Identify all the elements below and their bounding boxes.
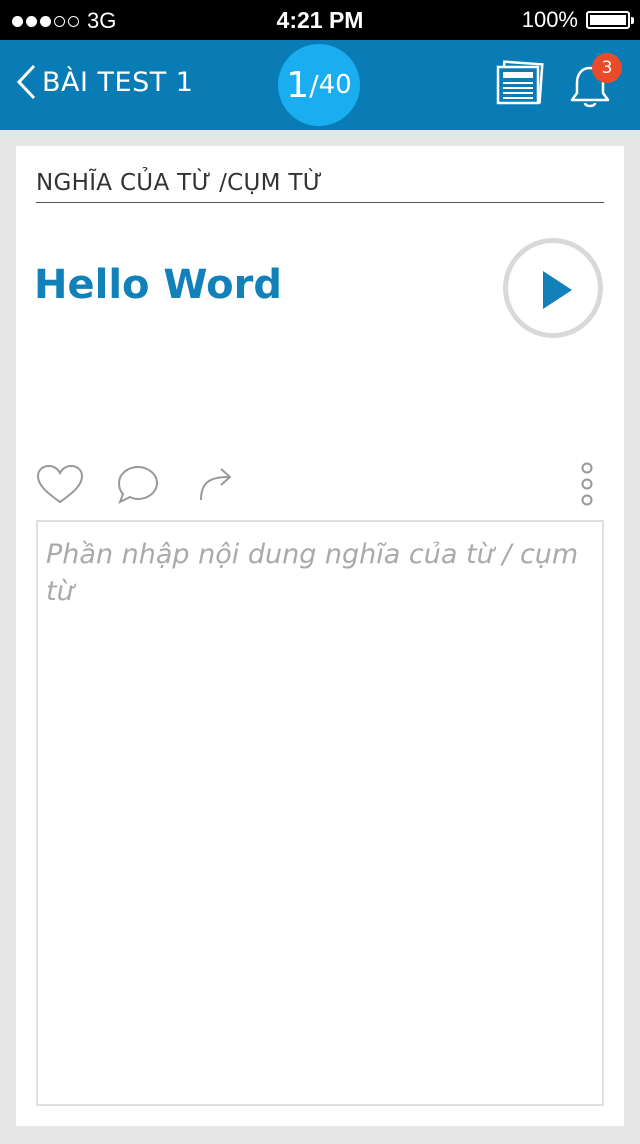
counter-current: 1 xyxy=(286,64,310,106)
share-icon[interactable] xyxy=(196,464,236,504)
play-audio-button[interactable] xyxy=(503,238,603,338)
play-icon xyxy=(543,271,572,309)
question-card: NGHĨA CỦA TỪ /CỤM TỪ Hello Word xyxy=(16,146,624,1126)
counter-total: 40 xyxy=(318,70,352,100)
heart-icon[interactable] xyxy=(36,464,84,506)
battery-status: 100% xyxy=(521,7,634,33)
word-text: Hello Word xyxy=(34,262,282,308)
status-bar: 3G 4:21 PM 100% xyxy=(0,0,640,40)
section-title: NGHĨA CỦA TỪ /CỤM TỪ xyxy=(36,170,604,203)
battery-percent: 100% xyxy=(521,7,578,32)
back-chevron-icon xyxy=(16,64,36,100)
battery-icon xyxy=(586,11,634,29)
page-title: BÀI TEST 1 xyxy=(42,66,194,98)
question-counter: 1/40 xyxy=(278,44,360,126)
back-button[interactable]: BÀI TEST 1 xyxy=(16,64,193,100)
news-icon[interactable] xyxy=(494,60,546,108)
counter-separator: / xyxy=(309,68,319,102)
app-header: BÀI TEST 1 1/40 3 xyxy=(0,40,640,130)
action-bar xyxy=(36,462,604,508)
meaning-input[interactable] xyxy=(36,520,604,1106)
more-icon[interactable] xyxy=(580,462,594,508)
comment-icon[interactable] xyxy=(116,464,160,506)
notification-badge: 3 xyxy=(592,53,622,83)
